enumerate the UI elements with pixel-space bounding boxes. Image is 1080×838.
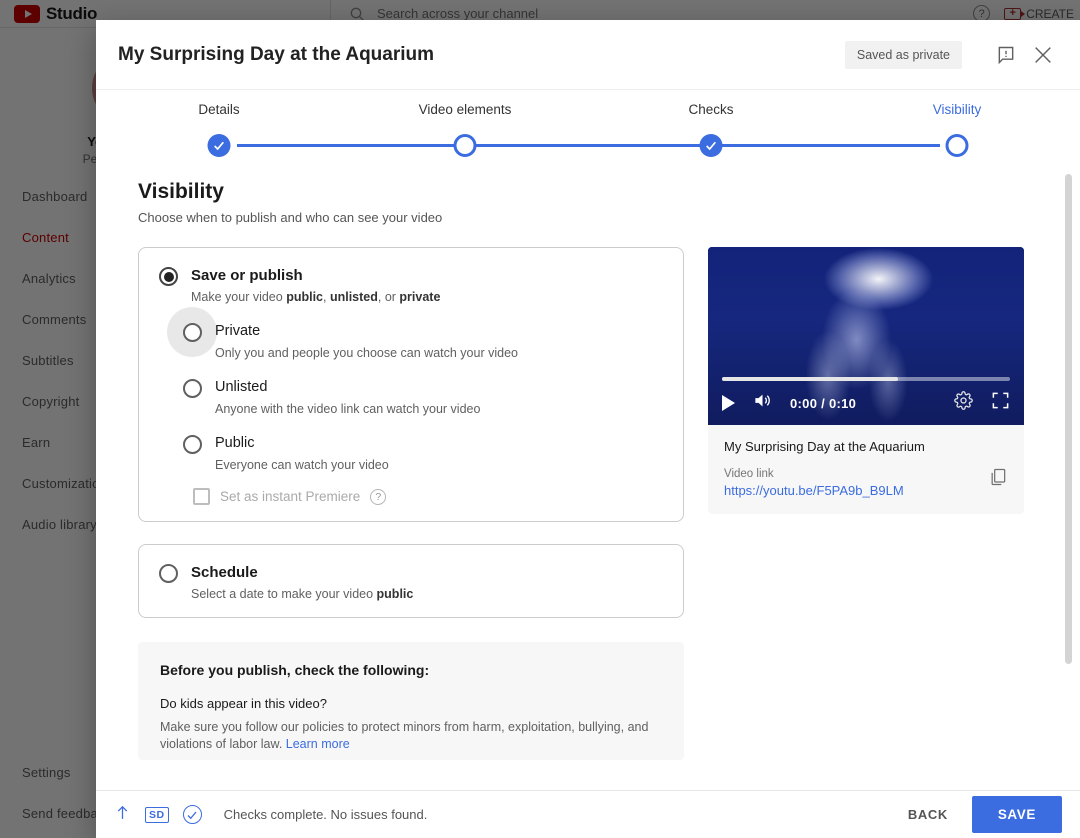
page-title: Visibility [138, 180, 1034, 204]
dialog-title: My Surprising Day at the Aquarium [118, 44, 845, 66]
visibility-label-public: Public [215, 434, 389, 453]
before-publish-panel: Before you publish, check the following:… [138, 642, 684, 760]
video-meta: My Surprising Day at the Aquarium Video … [708, 425, 1024, 514]
save-or-publish-card[interactable]: Save or publish Make your video public, … [138, 247, 684, 522]
instant-premiere-row[interactable]: Set as instant Premiere ? [193, 488, 663, 505]
visibility-desc-unlisted: Anyone with the video link can watch you… [215, 402, 480, 416]
visibility-option-row-public[interactable]: Public Everyone can watch your video [183, 434, 663, 472]
schedule-desc-bold: public [377, 587, 414, 601]
desc-or: , or [378, 290, 400, 304]
back-button[interactable]: BACK [892, 797, 964, 832]
save-or-publish-radio-row[interactable]: Save or publish Make your video public, … [159, 266, 663, 304]
page-subtitle: Choose when to publish and who can see y… [138, 210, 1034, 225]
stepper-track [96, 129, 1080, 161]
schedule-label: Schedule [191, 563, 413, 582]
stepper-line [237, 144, 940, 147]
visibility-option-public[interactable]: Public Everyone can watch your video [183, 434, 663, 472]
visibility-label-private: Private [215, 322, 518, 341]
visibility-desc-public: Everyone can watch your video [215, 458, 389, 472]
schedule-radio-row[interactable]: Schedule Select a date to make your vide… [159, 563, 663, 601]
volume-icon[interactable] [753, 391, 772, 415]
visibility-radio-public[interactable] [183, 435, 202, 454]
stepper-label-checks[interactable]: Checks [588, 102, 834, 117]
schedule-card[interactable]: Schedule Select a date to make your vide… [138, 544, 684, 618]
stepper-dot-details[interactable] [208, 134, 231, 157]
video-link-url[interactable]: https://youtu.be/F5PA9b_B9LM [724, 483, 1008, 498]
close-icon[interactable] [1032, 44, 1054, 66]
stepper-dot-checks[interactable] [700, 134, 723, 157]
stepper-labels: DetailsVideo elementsChecksVisibility [96, 102, 1080, 117]
before-publish-question: Do kids appear in this video? [160, 696, 662, 711]
video-preview-card: 0:00 / 0:10 [708, 247, 1024, 514]
visibility-option-unlisted[interactable]: Unlisted Anyone with the video link can w… [183, 378, 663, 416]
schedule-radio[interactable] [159, 564, 178, 583]
footer-status-text: Checks complete. No issues found. [224, 807, 428, 822]
visibility-radio-unlisted[interactable] [183, 379, 202, 398]
desc-comma: , [323, 290, 330, 304]
save-or-publish-radio[interactable] [159, 267, 178, 286]
visibility-options-column: Save or publish Make your video public, … [138, 247, 684, 760]
progress-bar[interactable] [722, 377, 1010, 381]
player-control-row: 0:00 / 0:10 [722, 391, 1010, 415]
dialog-footer: SD Checks complete. No issues found. BAC… [96, 790, 1080, 838]
schedule-desc-prefix: Select a date to make your video [191, 587, 377, 601]
video-preview-column: 0:00 / 0:10 [708, 247, 1024, 760]
before-publish-body: Make sure you follow our policies to pro… [160, 719, 662, 753]
video-upload-dialog: My Surprising Day at the Aquarium Saved … [96, 20, 1080, 838]
save-or-publish-label: Save or publish [191, 266, 440, 285]
dialog-body: Visibility Choose when to publish and wh… [96, 166, 1080, 790]
stepper-label-video-elements[interactable]: Video elements [342, 102, 588, 117]
video-player[interactable]: 0:00 / 0:10 [708, 247, 1024, 425]
stepper-dot-visibility[interactable] [946, 134, 969, 157]
learn-more-link[interactable]: Learn more [286, 737, 350, 751]
save-or-publish-description: Make your video public, unlisted, or pri… [191, 290, 440, 304]
instant-premiere-label: Set as instant Premiere [220, 489, 360, 504]
stepper-label-visibility[interactable]: Visibility [834, 102, 1080, 117]
feedback-icon[interactable] [996, 45, 1016, 65]
desc-public: public [286, 290, 323, 304]
desc-private: private [399, 290, 440, 304]
schedule-description: Select a date to make your video public [191, 587, 413, 601]
dialog-scrollbar[interactable] [1065, 174, 1072, 664]
save-button[interactable]: SAVE [972, 796, 1062, 833]
checks-complete-icon [183, 805, 202, 824]
visibility-option-row-private[interactable]: Private Only you and people you choose ca… [183, 322, 663, 360]
settings-gear-icon[interactable] [954, 391, 973, 415]
instant-premiere-help-icon[interactable]: ? [370, 489, 386, 505]
progress-elapsed [722, 377, 898, 381]
fullscreen-icon[interactable] [991, 391, 1010, 415]
video-link-label: Video link [724, 468, 1008, 480]
before-publish-heading: Before you publish, check the following: [160, 662, 662, 678]
dialog-scroll-area: Visibility Choose when to publish and wh… [96, 166, 1080, 790]
instant-premiere-checkbox[interactable] [193, 488, 210, 505]
desc-prefix: Make your video [191, 290, 286, 304]
upload-stepper: DetailsVideo elementsChecksVisibility [96, 90, 1080, 166]
desc-unlisted: unlisted [330, 290, 378, 304]
video-quality-badge: SD [145, 807, 169, 823]
upload-arrow-icon [114, 804, 131, 826]
dialog-header: My Surprising Day at the Aquarium Saved … [96, 20, 1080, 90]
saved-status-badge: Saved as private [845, 41, 962, 69]
footer-status-group: SD Checks complete. No issues found. [114, 804, 892, 826]
visibility-sub-options: Private Only you and people you choose ca… [159, 322, 663, 472]
player-controls: 0:00 / 0:10 [708, 377, 1024, 425]
video-title: My Surprising Day at the Aquarium [724, 439, 1008, 454]
stepper-dot-video-elements[interactable] [454, 134, 477, 157]
copy-link-icon[interactable] [988, 467, 1008, 492]
visibility-option-row-unlisted[interactable]: Unlisted Anyone with the video link can w… [183, 378, 663, 416]
stepper-label-details[interactable]: Details [96, 102, 342, 117]
before-publish-text: Make sure you follow our policies to pro… [160, 720, 648, 751]
visibility-label-unlisted: Unlisted [215, 378, 480, 397]
visibility-option-private[interactable]: Private Only you and people you choose ca… [183, 322, 663, 360]
play-icon[interactable] [722, 395, 735, 411]
visibility-desc-private: Only you and people you choose can watch… [215, 346, 518, 360]
player-time: 0:00 / 0:10 [790, 396, 856, 411]
visibility-radio-private[interactable] [183, 323, 202, 342]
